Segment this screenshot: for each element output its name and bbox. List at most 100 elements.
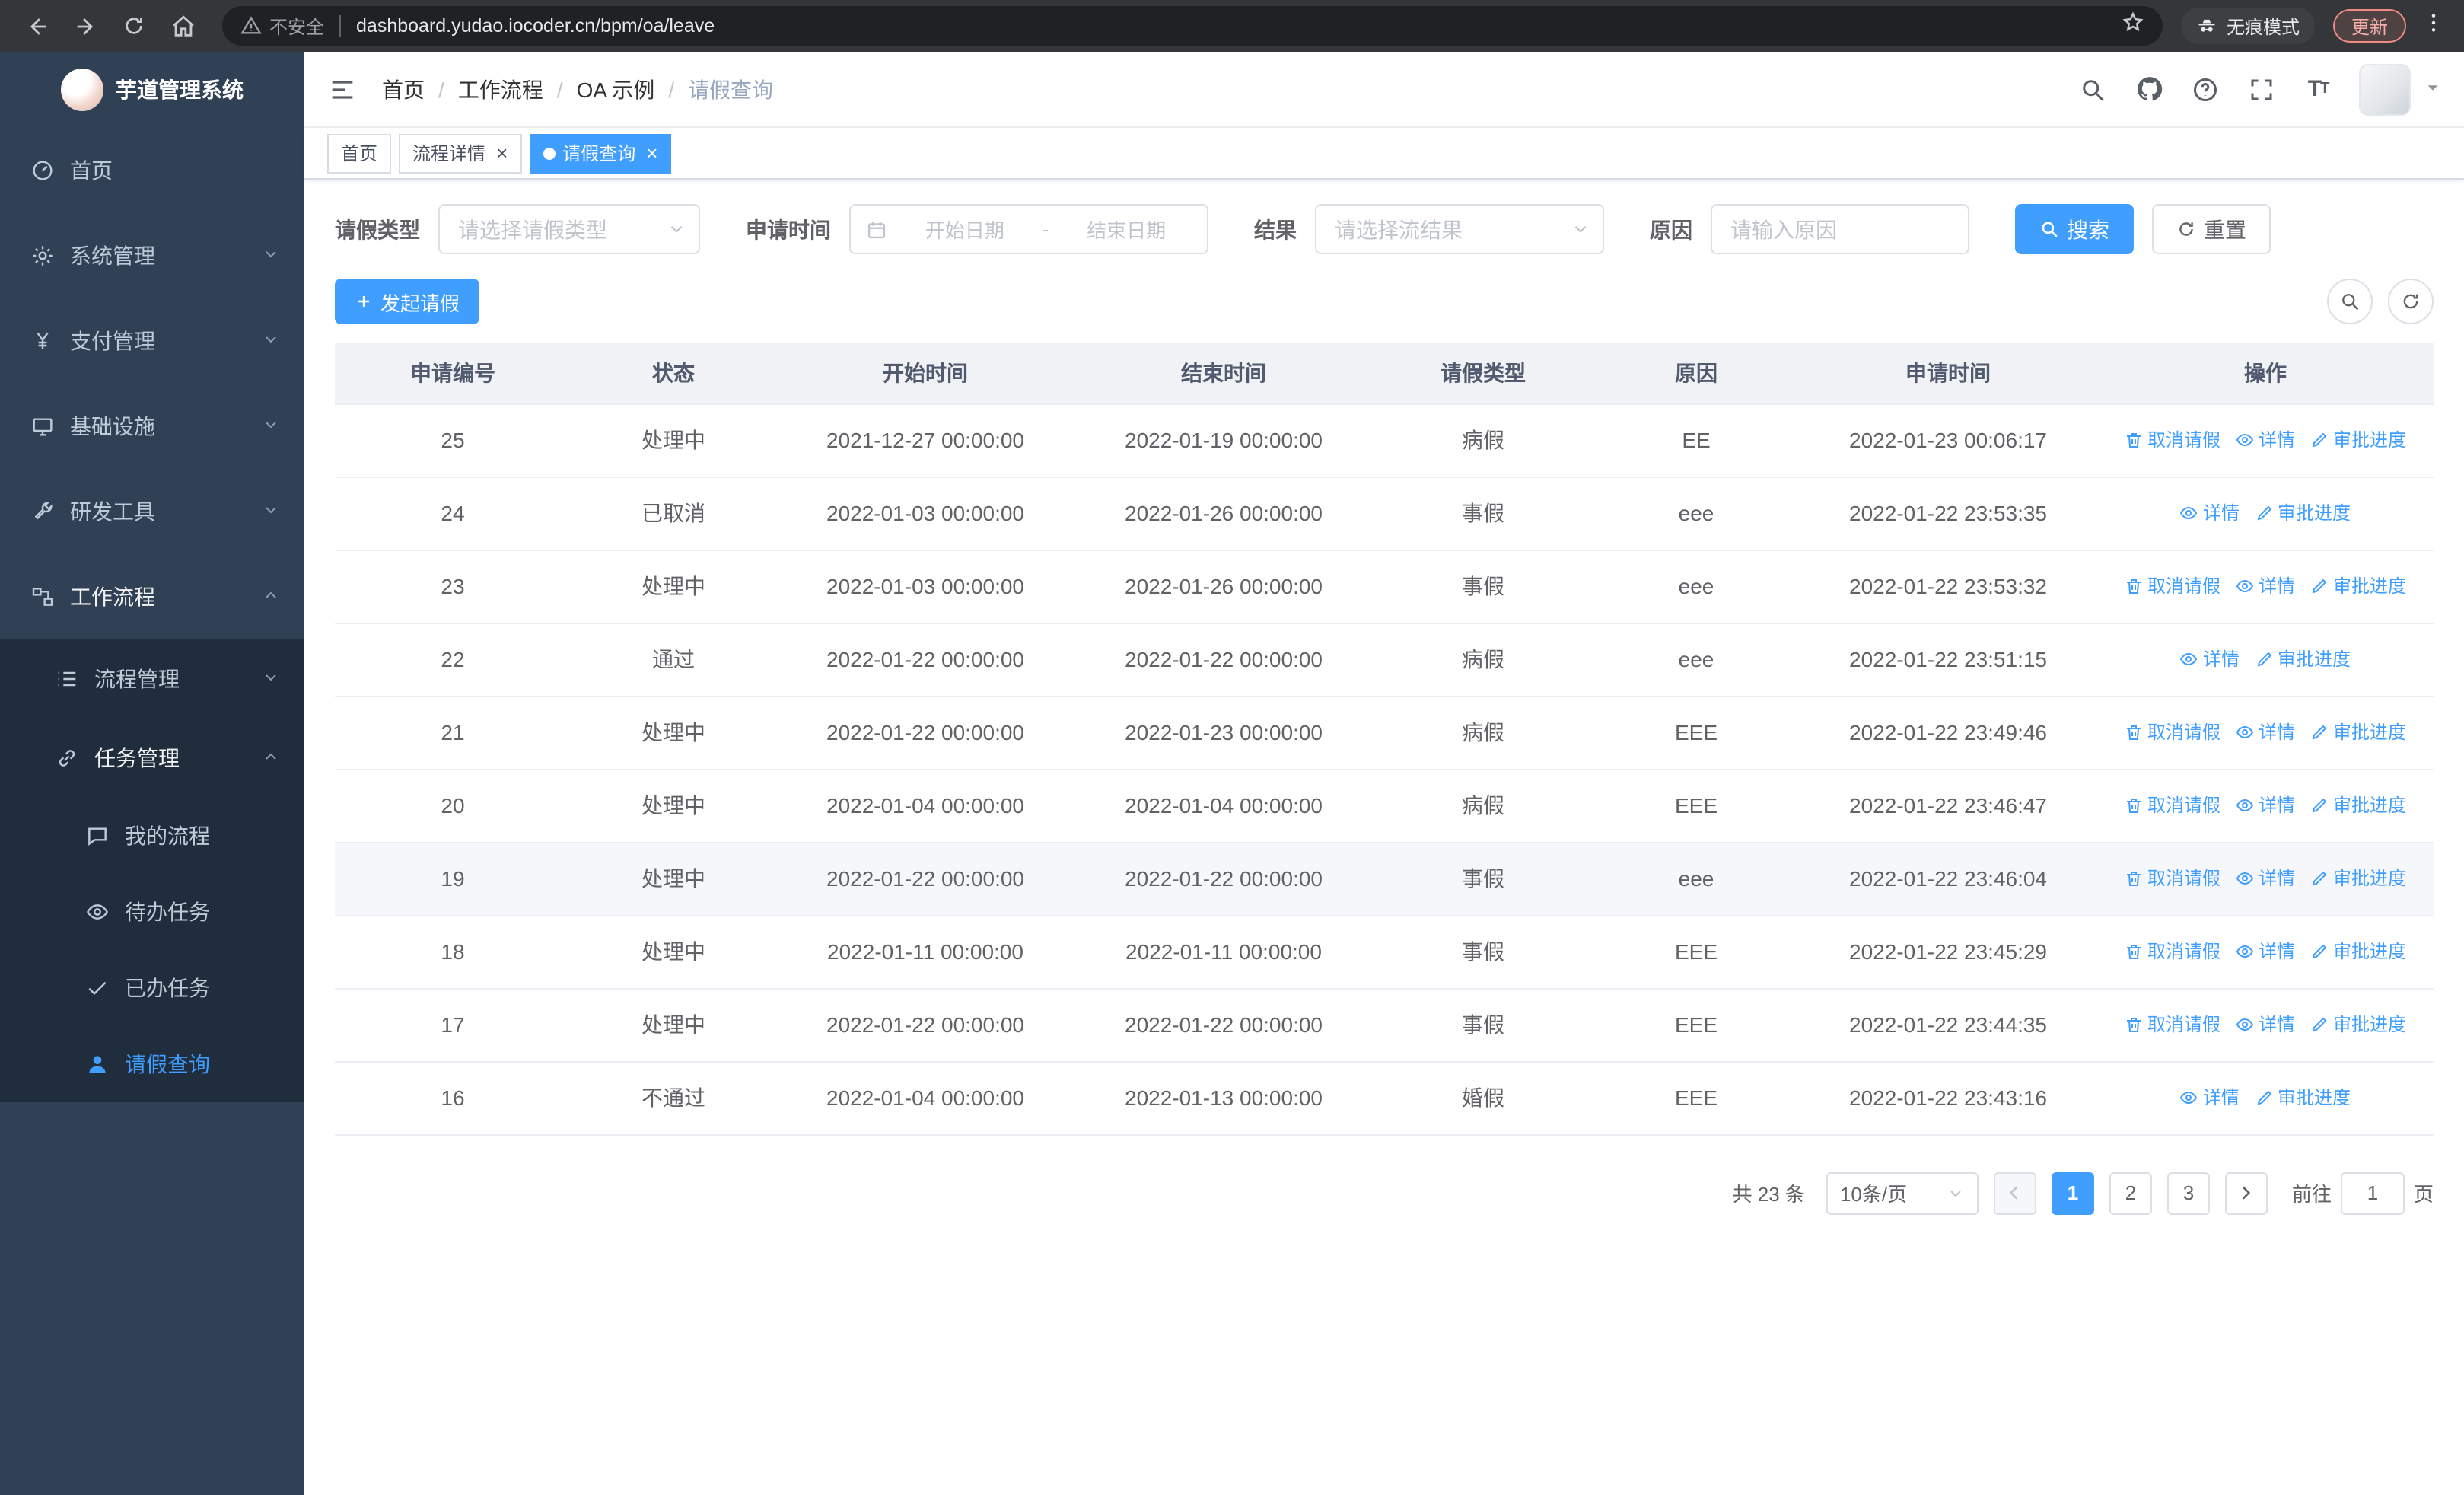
toggle-search-icon[interactable]: [2327, 279, 2373, 324]
leave-type-cell: 婚假: [1373, 1061, 1593, 1135]
progress-action-link[interactable]: 审批进度: [2310, 719, 2406, 745]
sidebar-item-task-management[interactable]: 任务管理: [0, 719, 304, 798]
cancel-action-link[interactable]: 取消请假: [2125, 792, 2220, 818]
table-row: 23 处理中 2022-01-03 00:00:00 2022-01-26 00:00…: [335, 550, 2434, 623]
browser-menu-icon[interactable]: [2418, 10, 2449, 42]
detail-action-link[interactable]: 详情: [2180, 500, 2240, 526]
detail-action-link[interactable]: 详情: [2236, 792, 2295, 818]
sidebar-item-payment[interactable]: 支付管理: [0, 298, 304, 384]
search-icon[interactable]: [2077, 74, 2108, 104]
trash-icon: [2125, 431, 2143, 449]
reload-icon[interactable]: [113, 5, 155, 47]
progress-action-link[interactable]: 审批进度: [2310, 427, 2406, 453]
start-time-cell: 2022-01-22 00:00:00: [776, 623, 1074, 696]
cancel-action-link[interactable]: 取消请假: [2125, 939, 2220, 964]
leave-type-select[interactable]: [438, 204, 700, 254]
sidebar-item-leave-query[interactable]: 请假查询: [0, 1026, 304, 1102]
page-button-2[interactable]: 2: [2109, 1171, 2152, 1214]
cancel-action-link[interactable]: 取消请假: [2125, 1012, 2220, 1038]
eye-icon: [2180, 504, 2198, 522]
home-icon[interactable]: [161, 5, 204, 47]
detail-action-link[interactable]: 详情: [2180, 1085, 2240, 1111]
tab-process-detail[interactable]: 流程详情 ×: [399, 133, 522, 173]
reset-button[interactable]: 重置: [2152, 204, 2271, 254]
table-row: 25 处理中 2021-12-27 00:00:00 2022-01-19 00:00…: [335, 403, 2434, 477]
detail-action-link[interactable]: 详情: [2236, 573, 2295, 599]
detail-action-link[interactable]: 详情: [2236, 719, 2295, 745]
apply-time-range-picker[interactable]: 开始日期 - 结束日期: [849, 204, 1208, 254]
back-icon[interactable]: [15, 5, 58, 47]
tab-leave-query[interactable]: 请假查询 ×: [529, 133, 672, 173]
sidebar-item-workflow[interactable]: 工作流程: [0, 554, 304, 639]
url-divider: [339, 15, 342, 37]
chevron-down-icon: [1947, 1184, 1965, 1202]
progress-action-link[interactable]: 审批进度: [2255, 646, 2351, 672]
tab-home[interactable]: 首页: [327, 133, 392, 173]
cancel-action-link[interactable]: 取消请假: [2125, 865, 2220, 891]
url-bar[interactable]: 不安全 dashboard.yudao.iocoder.cn/bpm/oa/le…: [222, 6, 2163, 46]
edit-icon: [2310, 869, 2329, 888]
refresh-icon[interactable]: [2388, 279, 2434, 324]
chevron-up-icon: [262, 746, 280, 770]
progress-action-link[interactable]: 审批进度: [2255, 500, 2351, 526]
breadcrumb-workflow: 工作流程: [457, 77, 543, 101]
workflow-submenu: 流程管理 任务管理 我的流程 待办任务 已办任务 请假查询: [0, 639, 304, 1102]
sidebar-item-todo-tasks[interactable]: 待办任务: [0, 874, 304, 950]
progress-action-link[interactable]: 审批进度: [2255, 1085, 2351, 1111]
github-icon[interactable]: [2134, 74, 2164, 104]
chevron-down-icon: [262, 499, 280, 524]
detail-action-link[interactable]: 详情: [2180, 646, 2240, 672]
sidebar-item-system[interactable]: 系统管理: [0, 213, 304, 298]
app-title: 芋道管理系统: [116, 78, 244, 102]
breadcrumb-home[interactable]: 首页: [382, 74, 425, 104]
detail-action-link[interactable]: 详情: [2236, 427, 2295, 453]
page-button-3[interactable]: 3: [2166, 1171, 2210, 1214]
table-row: 22 通过 2022-01-22 00:00:00 2022-01-22 00:00:…: [335, 623, 2434, 696]
edit-icon: [2255, 1089, 2273, 1107]
progress-action-link[interactable]: 审批进度: [2310, 573, 2406, 599]
search-button[interactable]: 搜索: [2015, 204, 2134, 254]
progress-action-link[interactable]: 审批进度: [2310, 939, 2406, 964]
detail-action-link[interactable]: 详情: [2236, 939, 2295, 964]
yen-icon: [30, 329, 55, 353]
close-icon[interactable]: ×: [496, 143, 508, 163]
sidebar-toggle-icon[interactable]: [327, 74, 358, 104]
detail-action-link[interactable]: 详情: [2236, 1012, 2295, 1038]
forward-icon[interactable]: [64, 5, 107, 47]
end-date-placeholder[interactable]: 结束日期: [1061, 215, 1192, 244]
progress-action-link[interactable]: 审批进度: [2310, 1012, 2406, 1038]
avatar-caret-icon[interactable]: [2424, 75, 2441, 103]
font-size-icon[interactable]: TT: [2303, 74, 2333, 104]
close-icon[interactable]: ×: [646, 143, 657, 163]
user-avatar[interactable]: [2359, 63, 2411, 115]
reason-input[interactable]: [1711, 204, 1969, 254]
sidebar-item-done-tasks[interactable]: 已办任务: [0, 950, 304, 1026]
create-leave-button[interactable]: 发起请假: [335, 279, 480, 324]
progress-action-link[interactable]: 审批进度: [2310, 865, 2406, 891]
security-warning-label: 不安全: [269, 16, 325, 37]
goto-page-input[interactable]: [2340, 1171, 2405, 1214]
progress-action-link[interactable]: 审批进度: [2310, 792, 2406, 818]
logo-link[interactable]: 芋道管理系统: [0, 52, 304, 128]
bookmark-star-icon[interactable]: [2122, 11, 2144, 41]
sidebar-item-dev-tools[interactable]: 研发工具: [0, 469, 304, 554]
sidebar-item-infrastructure[interactable]: 基础设施: [0, 384, 304, 469]
next-page-icon[interactable]: [2224, 1171, 2268, 1214]
detail-action-link[interactable]: 详情: [2236, 865, 2295, 891]
browser-update-button[interactable]: 更新: [2332, 9, 2406, 43]
cancel-action-link[interactable]: 取消请假: [2125, 573, 2220, 599]
page-button-1[interactable]: 1: [2051, 1171, 2094, 1214]
page-size-select[interactable]: 10条/页: [1826, 1171, 1979, 1214]
result-select[interactable]: [1315, 204, 1604, 254]
help-icon[interactable]: [2190, 74, 2220, 104]
fullscreen-icon[interactable]: [2246, 74, 2277, 104]
cancel-action-link[interactable]: 取消请假: [2125, 427, 2220, 453]
sidebar-item-home[interactable]: 首页: [0, 128, 304, 213]
prev-page-icon[interactable]: [1993, 1171, 2036, 1214]
start-date-placeholder[interactable]: 开始日期: [899, 215, 1030, 244]
col-actions: 操作: [2097, 343, 2434, 404]
sidebar-item-process-management[interactable]: 流程管理: [0, 639, 304, 719]
trash-icon: [2125, 723, 2143, 741]
sidebar-item-my-process[interactable]: 我的流程: [0, 798, 304, 874]
cancel-action-link[interactable]: 取消请假: [2125, 719, 2220, 745]
